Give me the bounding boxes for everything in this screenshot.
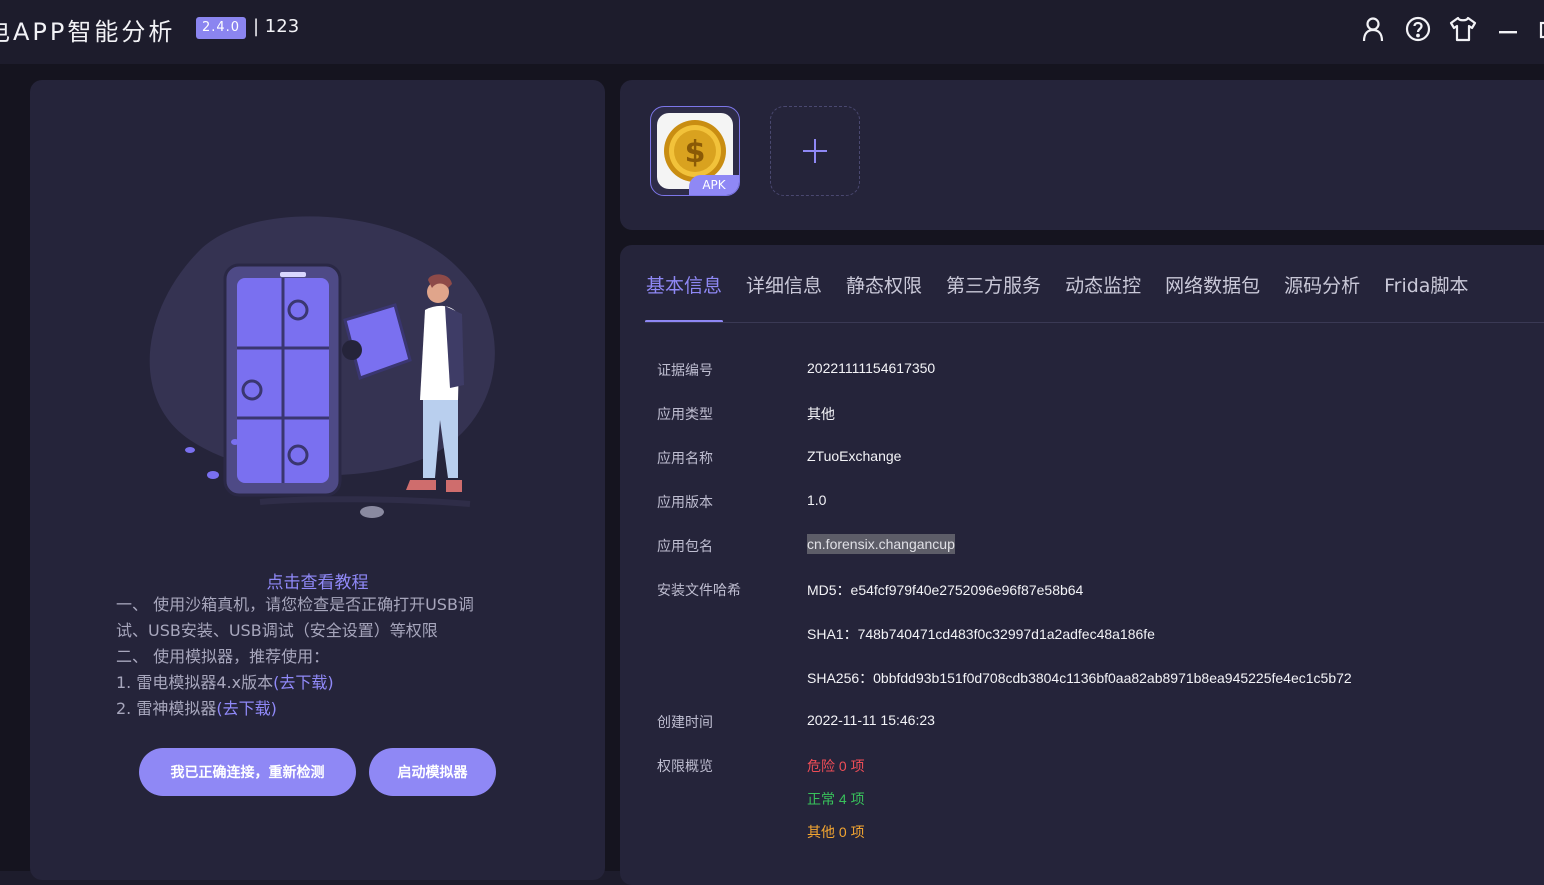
tab-static-permissions[interactable]: 静态权限 [845,271,923,323]
apk-card[interactable]: $ APK [650,106,740,196]
version-badge: 2.4.0 [196,17,247,39]
sha1-value: SHA1：748b740471cd483f0c32997d1a2adfec48a… [807,626,1155,642]
tab-source-analysis[interactable]: 源码分析 [1283,271,1361,323]
app-info-panel: 基本信息 详细信息 静态权限 第三方服务 动态监控 网络数据包 源码分析 Fri… [620,245,1544,885]
help-icon[interactable] [1403,14,1433,44]
package-label: 应用包名 [657,539,713,555]
puzzle-illustration [149,216,495,518]
apk-list-panel: $ APK [620,80,1544,230]
version-value: 1.0 [807,492,827,508]
name-label: 应用名称 [657,451,713,467]
package-value[interactable]: cn.forensix.changancup [807,534,955,554]
normal-permissions: 正常 4 项 [807,791,865,807]
tab-dynamic-monitor[interactable]: 动态监控 [1064,271,1142,323]
other-permissions: 其他 0 项 [807,824,865,840]
tab-third-party[interactable]: 第三方服务 [945,271,1042,323]
title-bar: 电APP智能分析 2.4.0 | 123 [0,0,1544,64]
tab-details[interactable]: 详细信息 [745,271,823,323]
start-emulator-button[interactable]: 启动模拟器 [369,748,496,796]
emulator-2-download-link[interactable]: (去下载) [216,699,277,718]
md5-value: MD5：e54fcf979f40e2752096e96f87e58b64 [807,582,1084,598]
danger-permissions: 危险 0 项 [807,758,865,774]
tab-basic-info[interactable]: 基本信息 [645,271,724,323]
skin-icon[interactable] [1448,14,1478,44]
plus-icon [803,139,827,163]
cert-value: 20221111154617350 [807,360,936,376]
minimize-icon[interactable] [1493,14,1523,44]
type-value: 其他 [807,406,835,422]
add-apk-button[interactable] [770,106,860,196]
permission-overview-label: 权限概览 [657,759,713,775]
instruction-line: 二、 使用模拟器，推荐使用： [116,647,330,666]
app-title: 电APP智能分析 [0,18,176,46]
name-value: ZTuoExchange [807,448,902,464]
device-connect-panel: 点击查看教程 一、 使用沙箱真机，请您检查是否正确打开USB调 试、USB安装、… [30,80,605,880]
svg-text:$: $ [685,135,706,170]
emulator-line-2: 2. 雷神模拟器(去下载) [116,696,516,722]
tab-bar: 基本信息 详细信息 静态权限 第三方服务 动态监控 网络数据包 源码分析 Fri… [645,271,1491,323]
emulator-2-text: 2. 雷神模拟器 [116,699,217,718]
tab-network-packets[interactable]: 网络数据包 [1164,271,1261,323]
apk-tag: APK [689,175,739,195]
emulator-1-text: 1. 雷电模拟器4.x版本 [116,673,274,692]
user-icon[interactable] [1358,14,1388,44]
sha256-value: SHA256：0bbfdd93b151f0d708cdb3804c1136bf0… [807,670,1352,686]
hash-label: 安装文件哈希 [657,583,741,599]
created-label: 创建时间 [657,715,713,731]
emulator-1-download-link[interactable]: (去下载) [273,673,334,692]
user-id: | 123 [253,16,300,37]
tab-frida-script[interactable]: Frida脚本 [1383,271,1469,323]
recheck-connection-button[interactable]: 我已正确连接，重新检测 [139,748,356,796]
tab-divider [645,322,1544,323]
instruction-line: 一、 使用沙箱真机，请您检查是否正确打开USB调 [116,595,474,614]
instructions: 一、 使用沙箱真机，请您检查是否正确打开USB调 试、USB安装、USB调试（安… [116,592,516,722]
instruction-line: 试、USB安装、USB调试（安全设置）等权限 [116,621,438,640]
emulator-line-1: 1. 雷电模拟器4.x版本(去下载) [116,670,516,696]
cert-label: 证据编号 [657,363,713,379]
created-value: 2022-11-11 15:46:23 [807,712,935,728]
maximize-icon[interactable] [1532,14,1544,44]
type-label: 应用类型 [657,407,713,423]
tutorial-link[interactable]: 点击查看教程 [30,568,605,593]
version-label: 应用版本 [657,495,713,511]
